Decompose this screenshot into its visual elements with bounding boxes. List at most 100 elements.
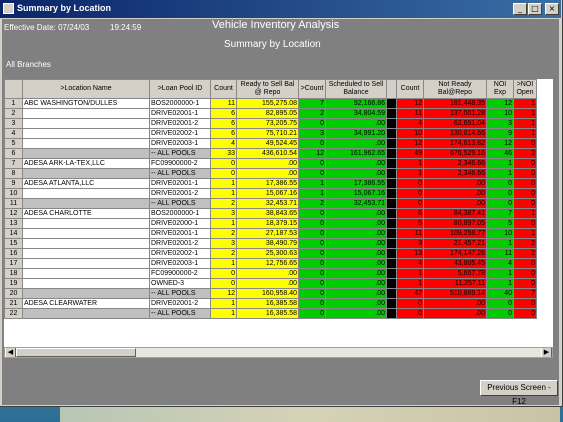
cell-sched: .00 [325, 208, 387, 219]
cell-c3: 11 [396, 108, 424, 119]
cell-sched: .00 [325, 118, 387, 129]
table-row[interactable]: 14 DRIVE02001-1 2 27,187.53 0.00 11 109,258.77… [4, 228, 537, 239]
column-header-noi-exp[interactable]: NOI Exp [486, 79, 514, 99]
maximize-button[interactable]: □ [528, 3, 542, 15]
table-row[interactable]: 12 ADESA CHARLOTTE BOS2000000-1 3 38,843.65 0… [4, 208, 537, 219]
cell-sched: 161,962.65 [325, 148, 387, 159]
cell-open: 0 [513, 178, 537, 189]
column-header-count[interactable]: Count [210, 79, 237, 99]
cell-n: 5 [4, 138, 23, 149]
cell-n: 10 [4, 188, 23, 199]
cell-c1: 3 [210, 208, 237, 219]
table-header-row: >Location Name >Loan Pool ID Count Ready… [4, 79, 537, 99]
table-row[interactable]: 2 DRIVE02001-1 6 82,895.05 2 34,804.59 11 137,0… [4, 108, 537, 119]
scroll-thumb[interactable] [16, 348, 136, 357]
table-row[interactable]: 1 ABC WASHINGTON/DULLES BOS2000000-1 11 155,… [4, 98, 537, 109]
cell-noi: 10 [486, 228, 514, 239]
table-row[interactable]: 16 DRIVE02002-1 2 25,300.63 0.00 13 174,147.26… [4, 248, 537, 259]
column-header-not-ready[interactable]: Not Ready Bal@Repo [423, 79, 487, 99]
cell-n: 22 [4, 308, 23, 319]
cell-n: 14 [4, 228, 23, 239]
column-header-location[interactable]: >Location Name [22, 79, 150, 99]
cell-c2: 0 [298, 118, 326, 129]
table-row[interactable]: 22 -- ALL POOLS 1 16,385.58 0.00 0.00 0 0 [4, 308, 537, 319]
cell-c3: 0 [396, 178, 424, 189]
cell-pool: DRIVE02002-1 [149, 248, 211, 259]
window-title: Summary by Location [17, 3, 112, 13]
cell-c3: 0 [396, 198, 424, 209]
cell-pool: DRIVE02001-1 [149, 178, 211, 189]
cell-loc [22, 228, 150, 239]
table-row[interactable]: 8 -- ALL POOLS 0.00 0.00 1 2,346.66 1 0 [4, 168, 537, 179]
close-button[interactable]: × [545, 3, 559, 15]
cell-noi: 10 [486, 108, 514, 119]
horizontal-scrollbar[interactable]: ◀ ▶ [4, 347, 553, 358]
cell-rts: 73,205.75 [236, 118, 299, 129]
table-row[interactable]: 20 -- ALL POOLS 12 160,958.40 0.00 47 510,869.… [4, 288, 537, 299]
cell-pool: OWNED-3 [149, 278, 211, 289]
cell-open: 1 [513, 208, 537, 219]
cell-n: 18 [4, 268, 23, 279]
table-row[interactable]: 7 ADESA ARK-LA-TEX,LLC FC09900000-2 0.00 0.0… [4, 158, 537, 169]
cell-sched: .00 [325, 138, 387, 149]
table-row[interactable]: 5 DRIVE02003-1 4 49,524.45 0.00 12 174,613.82 1… [4, 138, 537, 149]
table-row[interactable]: 6 -- ALL POOLS 33 436,610.54 12 161,962.65 49 6… [4, 148, 537, 159]
cell-c3: 10 [396, 128, 424, 139]
table-row[interactable]: 13 DRIVE02000-1 1 18,379.15 0.00 5 80,897.05 5 0 [4, 218, 537, 229]
table-row[interactable]: 4 DRIVE02002-1 6 75,710.21 3 34,991.20 10 130,6… [4, 128, 537, 139]
cell-loc: ADESA CLEARWATER [22, 298, 150, 309]
cell-nr: 174,613.82 [423, 138, 487, 149]
scroll-right-icon[interactable]: ▶ [541, 348, 552, 357]
table-row[interactable]: 9 ADESA ATLANTA,LLC DRIVE02001-1 1 17,386.55… [4, 178, 537, 189]
cell-nr: 130,614.66 [423, 128, 487, 139]
cell-c3: 49 [396, 148, 424, 159]
cell-nr: 5,667.78 [423, 268, 487, 279]
cell-c1: 6 [210, 118, 237, 129]
column-header-scheduled-balance[interactable]: Scheduled to Sell Balance [325, 79, 387, 99]
separator-cell [386, 158, 397, 169]
previous-screen-button[interactable]: Previous Screen - F12 [480, 380, 558, 406]
cell-loc [22, 118, 150, 129]
cell-rts: 49,524.45 [236, 138, 299, 149]
table-row[interactable]: 18 FC09900000-2 0.00 0.00 1 5,667.78 1 0 [4, 268, 537, 279]
cell-pool: -- ALL POOLS [149, 148, 211, 159]
column-header-nr-count[interactable]: Count [396, 79, 424, 99]
cell-rts: 18,379.15 [236, 218, 299, 229]
cell-sched: .00 [325, 238, 387, 249]
cell-c3: 1 [396, 278, 424, 289]
cell-n: 2 [4, 108, 23, 119]
column-header-loan-pool[interactable]: >Loan Pool ID [149, 79, 211, 99]
cell-noi: 1 [486, 268, 514, 279]
cell-nr: 174,147.26 [423, 248, 487, 259]
cell-sched: 34,991.20 [325, 128, 387, 139]
table-row[interactable]: 11 -- ALL POOLS 2 32,453.71 2 32,453.71 0.00 0 0 [4, 198, 537, 209]
cell-noi: 1 [486, 278, 514, 289]
table-row[interactable]: 21 ADESA CLEARWATER DRIVE02001-2 1 16,385.58… [4, 298, 537, 309]
table-row[interactable]: 3 DRIVE02001-2 6 73,205.75 0.00 4 62,651.04 3 1 [4, 118, 537, 129]
table-row[interactable]: 10 DRIVE02001-2 1 15,067.16 1 15,067.16 0.00 0 0 [4, 188, 537, 199]
cell-sched: .00 [325, 268, 387, 279]
table-row[interactable]: 15 DRIVE02001-2 3 38,490.79 0.00 3 21,457.21 1 2 [4, 238, 537, 249]
cell-loc [22, 288, 150, 299]
cell-nr: .00 [423, 298, 487, 309]
table-row[interactable]: 17 DRIVE02003-1 1 12,756.65 0.00 4 43,805.45 4 0 [4, 258, 537, 269]
cell-noi: 0 [486, 298, 514, 309]
cell-noi: 1 [486, 168, 514, 179]
title-bar[interactable]: Summary by Location _ □ × [0, 0, 561, 18]
cell-c2: 0 [298, 288, 326, 299]
column-header-noi-open[interactable]: >NOI Open [513, 79, 537, 99]
minimize-button[interactable]: _ [513, 3, 527, 15]
cell-loc [22, 248, 150, 259]
table-row[interactable]: 19 OWNED-3 0.00 0.00 1 11,257.11 1 0 [4, 278, 537, 289]
column-header-sched-count[interactable]: >Count [298, 79, 326, 99]
cell-sched: 92,166.86 [325, 98, 387, 109]
inventory-grid[interactable]: >Location Name >Loan Pool ID Count Ready… [4, 79, 553, 347]
report-subtitle: Summary by Location [224, 39, 321, 50]
cell-noi: 11 [486, 248, 514, 259]
cell-noi: 1 [486, 238, 514, 249]
scroll-left-icon[interactable]: ◀ [5, 348, 16, 357]
cell-nr: 62,651.04 [423, 118, 487, 129]
cell-pool: DRIVE02003-1 [149, 138, 211, 149]
cell-loc [22, 238, 150, 249]
column-header-ready-to-sell[interactable]: Ready to Sell Bal @ Repo [236, 79, 299, 99]
